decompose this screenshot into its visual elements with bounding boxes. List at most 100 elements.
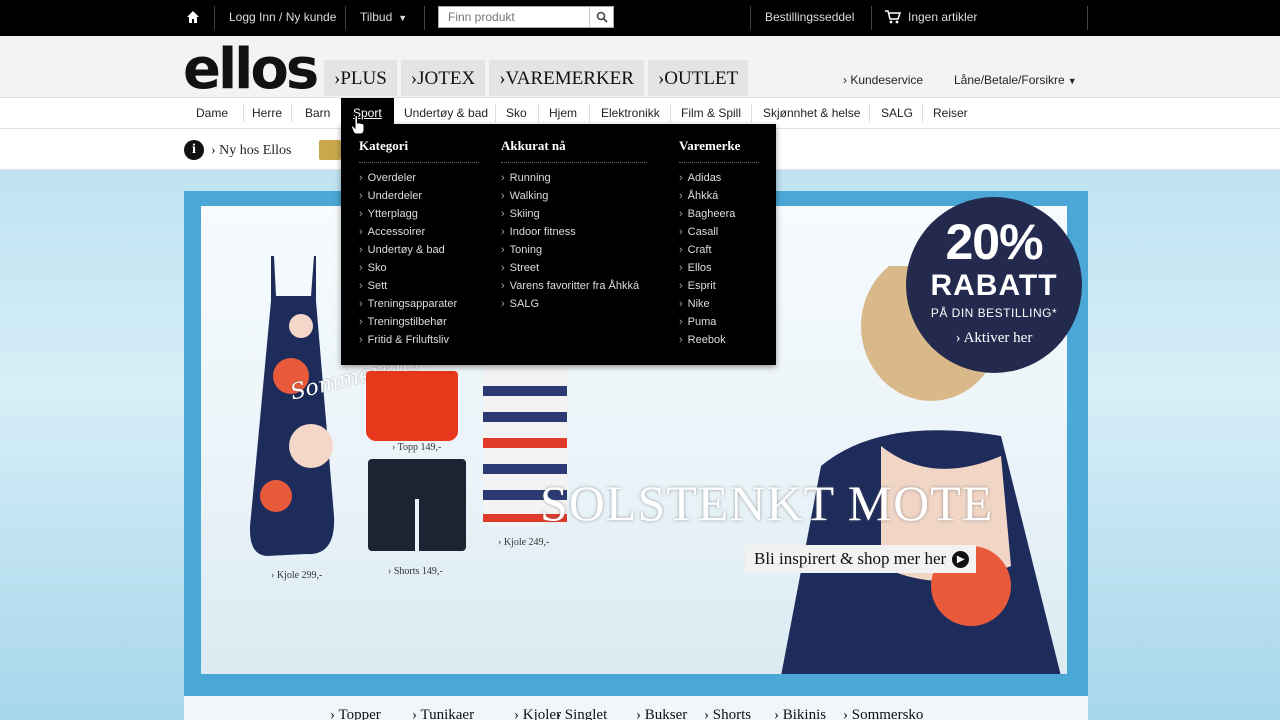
menu-item[interactable]: Puma	[679, 313, 759, 331]
shopping-bag-icon[interactable]	[319, 140, 341, 160]
menu-heading-akkurat-na: Akkurat nå	[501, 138, 647, 163]
link-topper[interactable]: › Topper	[330, 707, 381, 720]
top-bar: Logg Inn / Ny kunde Tilbud ▼ Bestillingss…	[0, 0, 1280, 36]
category-undertoy-bad[interactable]: Undertøy & bad	[404, 106, 488, 120]
cart-icon[interactable]	[885, 10, 901, 24]
activate-discount-link[interactable]: › Aktiver her	[906, 330, 1082, 347]
hero-headline: SOLSTENKT MOTE	[540, 475, 994, 531]
home-icon[interactable]	[186, 10, 200, 24]
divider	[751, 104, 752, 122]
menu-item[interactable]: Walking	[501, 187, 647, 205]
discount-rabatt: RABATT	[930, 269, 1058, 302]
info-icon: i	[184, 140, 204, 160]
menu-item[interactable]: Craft	[679, 241, 759, 259]
menu-item[interactable]: Bagheera	[679, 205, 759, 223]
menu-heading-kategori: Kategori	[359, 138, 479, 163]
payment-label: Låne/Betale/Forsikre	[954, 73, 1065, 87]
divider	[214, 6, 215, 30]
search-button[interactable]	[589, 7, 613, 27]
customer-service-link[interactable]: › Kundeservice	[843, 73, 923, 87]
offers-dropdown[interactable]: Tilbud ▼	[360, 10, 407, 24]
price-label-dress1[interactable]: › Kjole 299,-	[271, 570, 322, 581]
search-input[interactable]	[439, 7, 589, 27]
menu-item[interactable]: Adidas	[679, 169, 759, 187]
category-elektronikk[interactable]: Elektronikk	[601, 106, 660, 120]
link-bikinis[interactable]: › Bikinis	[774, 707, 826, 720]
brand-tab-jotex[interactable]: ›JOTEX	[400, 60, 486, 96]
payment-dropdown[interactable]: Låne/Betale/Forsikre ▼	[954, 73, 1077, 87]
discount-subtext: PÅ DIN BESTILLING*	[930, 306, 1058, 320]
category-dame[interactable]: Dame	[196, 106, 228, 120]
category-skjonnhet-helse[interactable]: Skjønnhet & helse	[763, 106, 860, 120]
menu-item[interactable]: Underdeler	[359, 187, 479, 205]
menu-item[interactable]: Sett	[359, 277, 479, 295]
divider	[1087, 6, 1088, 30]
menu-item[interactable]: Fritid & Friluftsliv	[359, 331, 479, 349]
menu-item[interactable]: Treningstilbehør	[359, 313, 479, 331]
discount-badge[interactable]: 20% RABATT PÅ DIN BESTILLING* › Aktiver …	[906, 197, 1082, 373]
menu-heading-varemerke: Varemerke	[679, 138, 759, 163]
brand-tab-plus[interactable]: ›PLUS	[324, 60, 397, 96]
brand-tabs: ›PLUS ›JOTEX ›VAREMERKER ›OUTLET	[324, 60, 749, 96]
price-label-dress2[interactable]: › Kjole 249,-	[498, 537, 549, 548]
ellos-logo[interactable]: ellos	[183, 38, 319, 102]
link-kjoler[interactable]: › Kjoler	[514, 707, 561, 720]
menu-item[interactable]: Overdeler	[359, 169, 479, 187]
menu-item[interactable]: Skiing	[501, 205, 647, 223]
divider	[243, 104, 244, 122]
brand-tab-varemerker[interactable]: ›VAREMERKER	[489, 60, 644, 96]
menu-item[interactable]: Åhkká	[679, 187, 759, 205]
menu-item[interactable]: Indoor fitness	[501, 223, 647, 241]
price-label-shorts[interactable]: › Shorts 149,-	[388, 566, 443, 577]
sport-mega-menu: Kategori Overdeler Underdeler Ytterplagg…	[341, 124, 776, 365]
menu-item[interactable]: SALG	[501, 295, 647, 313]
menu-item[interactable]: Varens favoritter fra Åhkká	[501, 277, 647, 295]
category-barn[interactable]: Barn	[305, 106, 330, 120]
cart-link[interactable]: Ingen artikler	[908, 10, 977, 24]
link-singlet[interactable]: › Singlet	[556, 707, 607, 720]
menu-item[interactable]: Street	[501, 259, 647, 277]
caret-down-icon: ▼	[398, 13, 408, 23]
menu-column-akkurat-na: Akkurat nå Running Walking Skiing Indoor…	[501, 138, 647, 313]
menu-item[interactable]: Nike	[679, 295, 759, 313]
divider	[589, 104, 590, 122]
shop-more-button[interactable]: Bli inspirert & shop mer her ▶	[745, 545, 977, 573]
link-sommersko[interactable]: › Sommersko	[843, 707, 923, 720]
divider	[750, 6, 751, 30]
menu-item[interactable]: Esprit	[679, 277, 759, 295]
divider	[495, 104, 496, 122]
menu-item[interactable]: Sko	[359, 259, 479, 277]
menu-item[interactable]: Toning	[501, 241, 647, 259]
menu-item[interactable]: Running	[501, 169, 647, 187]
search-icon	[596, 11, 608, 23]
menu-item[interactable]: Treningsapparater	[359, 295, 479, 313]
divider	[291, 104, 292, 122]
divider	[869, 104, 870, 122]
category-reiser[interactable]: Reiser	[933, 106, 968, 120]
divider	[424, 6, 425, 30]
category-herre[interactable]: Herre	[252, 106, 282, 120]
link-bukser[interactable]: › Bukser	[636, 707, 687, 720]
login-link[interactable]: Logg Inn / Ny kunde	[229, 10, 336, 24]
menu-item[interactable]: Accessoirer	[359, 223, 479, 241]
menu-column-varemerke: Varemerke Adidas Åhkká Bagheera Casall C…	[679, 138, 759, 349]
brand-tab-outlet[interactable]: ›OUTLET	[647, 60, 749, 96]
order-form-link[interactable]: Bestillingsseddel	[765, 10, 854, 24]
category-film-spill[interactable]: Film & Spill	[681, 106, 741, 120]
category-hjem[interactable]: Hjem	[549, 106, 577, 120]
category-salg[interactable]: SALG	[881, 106, 913, 120]
menu-item[interactable]: Reebok	[679, 331, 759, 349]
menu-item[interactable]: Ellos	[679, 259, 759, 277]
divider	[670, 104, 671, 122]
menu-item[interactable]: Undertøy & bad	[359, 241, 479, 259]
menu-item[interactable]: Casall	[679, 223, 759, 241]
link-shorts[interactable]: › Shorts	[704, 707, 751, 720]
category-sko[interactable]: Sko	[506, 106, 527, 120]
new-customer-link[interactable]: › Ny hos Ellos	[211, 143, 292, 159]
menu-item[interactable]: Ytterplagg	[359, 205, 479, 223]
link-tunikaer[interactable]: › Tunikaer	[412, 707, 474, 720]
hand-cursor-icon	[351, 115, 365, 135]
price-label-top[interactable]: › Topp 149,-	[392, 442, 441, 453]
divider	[871, 6, 872, 30]
discount-percent: 20%	[945, 214, 1043, 270]
